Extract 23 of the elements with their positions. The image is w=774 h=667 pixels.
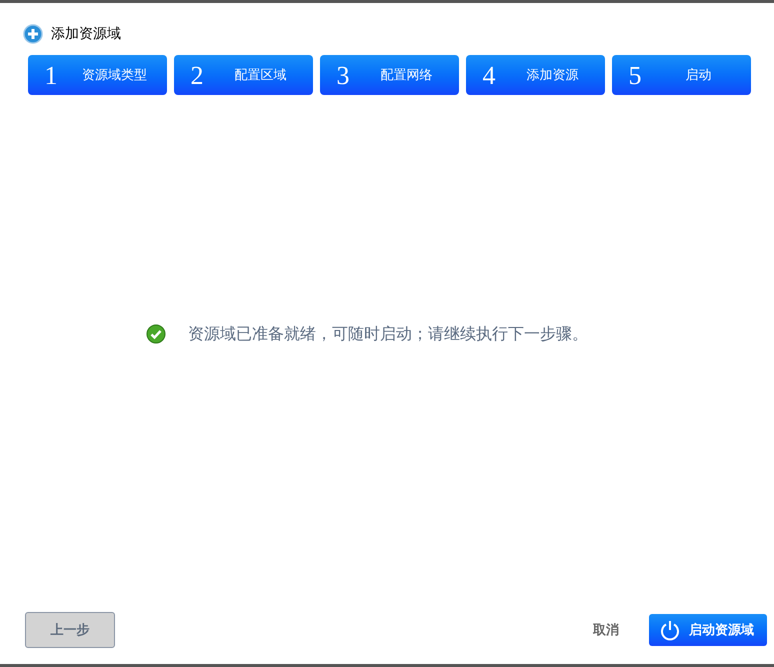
step-number: 1	[44, 60, 58, 92]
power-icon	[659, 619, 681, 641]
step-tab[interactable]: 5 启动	[612, 55, 751, 95]
cancel-button[interactable]: 取消	[593, 620, 619, 640]
step-label: 配置区域	[234, 66, 288, 84]
add-icon	[23, 24, 43, 44]
step-label: 资源域类型	[81, 66, 148, 84]
step-label: 启动	[684, 66, 712, 84]
step-label: 添加资源	[526, 66, 580, 84]
step-tab[interactable]: 3 配置网络	[320, 55, 459, 95]
step-tab[interactable]: 2 配置区域	[174, 55, 313, 95]
step-number: 5	[628, 60, 642, 92]
step-tab[interactable]: 4 添加资源	[466, 55, 605, 95]
start-button[interactable]: 启动资源域	[649, 614, 767, 646]
step-label: 配置网络	[380, 66, 434, 84]
step-tab[interactable]: 1 资源域类型	[28, 55, 167, 95]
dialog-title: 添加资源域	[51, 24, 121, 43]
step-number: 3	[336, 60, 350, 92]
status-message: 资源域已准备就绪，可随时启动；请继续执行下一步骤。	[188, 322, 588, 344]
step-number: 4	[482, 60, 496, 92]
success-icon	[146, 324, 166, 344]
step-number: 2	[190, 60, 204, 92]
back-button[interactable]: 上一步	[25, 612, 115, 648]
